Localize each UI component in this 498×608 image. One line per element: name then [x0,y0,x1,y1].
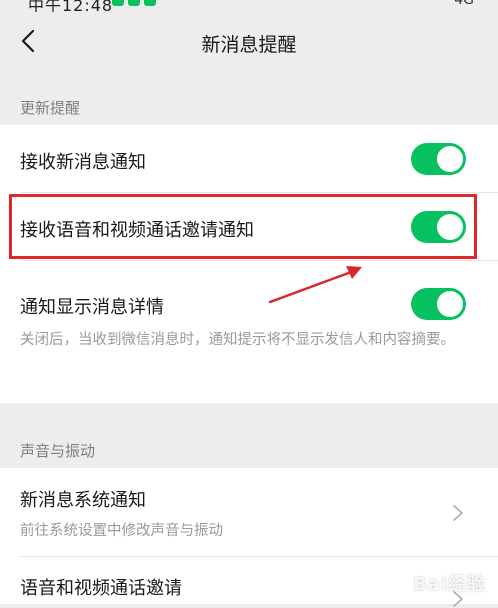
updates-settings-group: 接收新消息通知 接收语音和视频通话邀请通知 通知显示消息详情 关闭后，当收到微信… [0,125,498,403]
divider [20,192,498,193]
highlight-box [9,194,477,259]
toggle-knob [437,146,463,172]
section-header-updates: 更新提醒 [20,99,81,117]
row-label-system-notification[interactable]: 新消息系统通知 [20,486,146,512]
annotation-arrow-icon [268,266,362,304]
notification-icon [144,0,156,6]
status-bar: 中午12:48 4G [0,0,498,12]
chevron-right-icon[interactable] [452,504,464,522]
toggle-show-message-details[interactable] [411,288,466,320]
toggle-new-message-notify[interactable] [411,143,466,175]
status-time: 中午12:48 [28,0,114,12]
section-header-sound: 声音与振动 [20,442,96,460]
notification-icon [112,0,124,6]
row-label-show-message-details: 通知显示消息详情 [20,297,164,318]
watermark-logo: Bai经验 [412,574,486,595]
notification-icon [128,0,140,6]
row-description-show-message-details: 关闭后，当收到微信消息时，通知提示将不显示发信人和内容摘要。 [20,332,455,348]
navigation-bar: 新消息提醒 [0,12,498,76]
page-title: 新消息提醒 [201,34,297,56]
divider [20,556,498,557]
row-label-new-message-notify: 接收新消息通知 [20,152,146,173]
row-label-call-invite[interactable]: 语音和视频通话邀请 [20,574,182,600]
divider [20,260,498,261]
row-description-system-notification: 前往系统设置中修改声音与振动 [20,523,223,539]
status-indicators: 4G [454,0,474,8]
notification-icons [112,0,156,6]
toggle-knob [437,291,463,317]
